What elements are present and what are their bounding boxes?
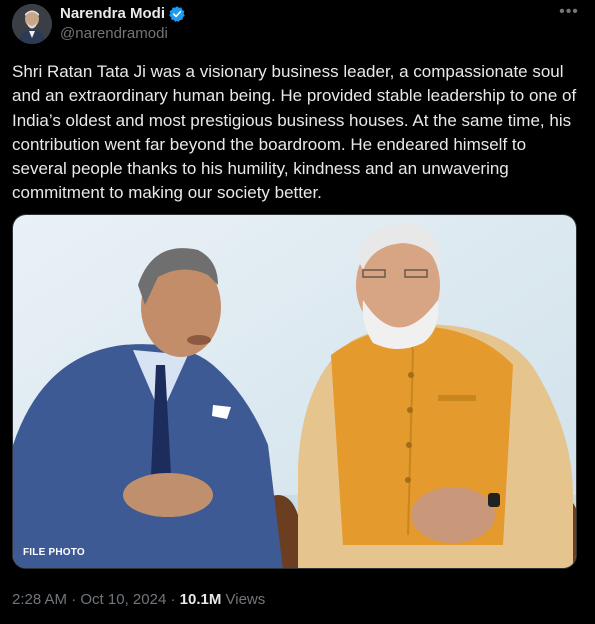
tweet-time[interactable]: 2:28 AM (12, 591, 67, 608)
more-options-icon[interactable]: ••• (556, 4, 582, 22)
avatar-image (12, 4, 52, 44)
tweet[interactable]: Narendra Modi @narendramodi ••• Shri Rat… (0, 0, 595, 624)
verified-badge-icon (169, 6, 185, 22)
tweet-text: Shri Ratan Tata Ji was a visionary busin… (12, 62, 577, 203)
tweet-date[interactable]: Oct 10, 2024 (80, 591, 166, 608)
author-avatar[interactable] (12, 4, 52, 44)
tweet-meta: 2:28 AM · Oct 10, 2024 · 10.1M Views (12, 590, 265, 610)
photo-caption: FILE PHOTO (23, 547, 85, 558)
meta-separator-2: · (170, 591, 176, 608)
author-name[interactable]: Narendra Modi (60, 5, 165, 23)
views-label: Views (225, 591, 266, 608)
views-count: 10.1M (179, 591, 222, 608)
author-handle[interactable]: @narendramodi (60, 25, 168, 43)
tweet-photo[interactable]: FILE PHOTO (12, 214, 577, 569)
photo-image (13, 215, 576, 568)
meta-separator: · (71, 591, 77, 608)
